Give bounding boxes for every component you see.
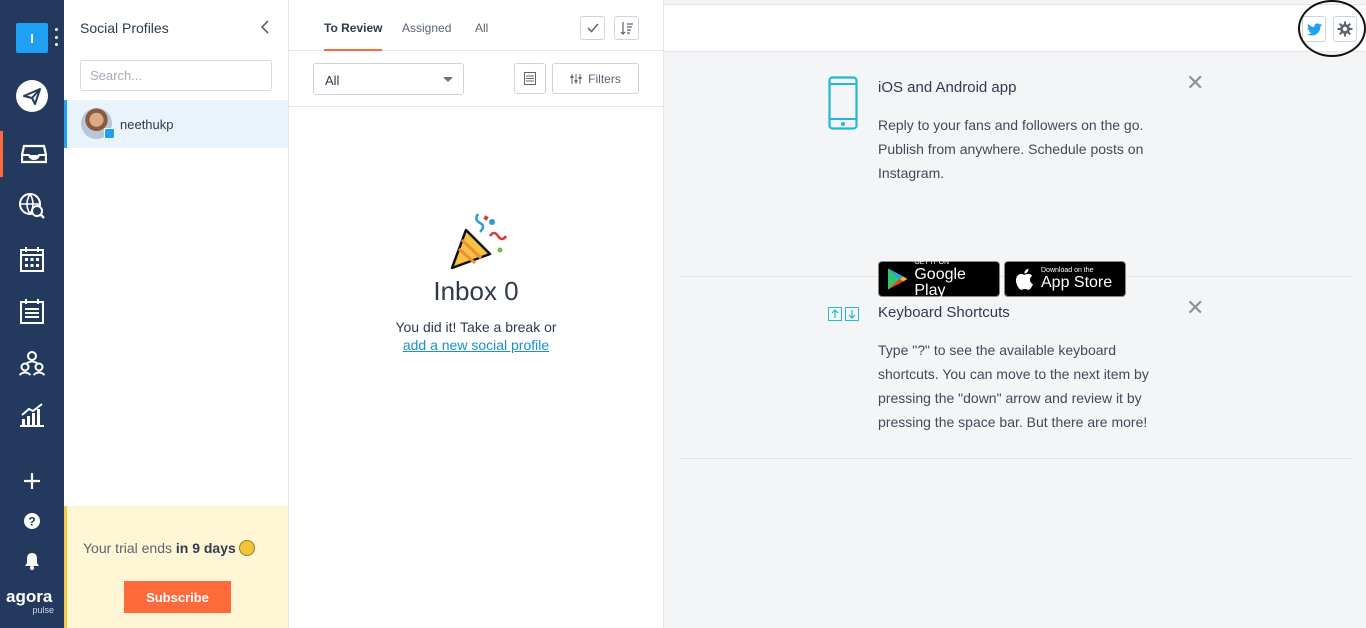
arrow-keys-icon [828,307,859,321]
right-panel: iOS and Android app ✕ Reply to your fans… [664,0,1366,628]
profile-search-input[interactable] [80,60,272,91]
trial-banner: Your trial ends in 9 days Subscribe [64,506,288,628]
workspace-switcher[interactable]: I [16,23,48,53]
empty-inbox-state: Inbox 0 You did it! Take a break or add … [289,210,663,355]
publish-plane-icon[interactable] [0,73,64,119]
sliders-icon [570,73,582,84]
calendar-icon[interactable] [0,236,64,282]
agorapulse-logo: agora pulse [6,588,58,615]
select-value: All [325,73,340,88]
logo-line-1: agora [6,587,53,606]
close-icon[interactable]: ✕ [1186,72,1204,94]
panel-title: Social Profiles [80,20,169,36]
card-body: Type "?" to see the available keyboard s… [878,342,1149,430]
party-popper-icon [450,213,508,270]
subscribe-button[interactable]: Subscribe [124,581,231,613]
right-toolbar [664,4,1366,52]
profile-name: neethukp [120,117,174,132]
team-icon[interactable] [0,340,64,386]
inbox-column: To Review Assigned All All Filters Inbox… [289,0,664,628]
sad-face-icon [238,540,255,556]
tab-to-review[interactable]: To Review [324,21,383,51]
smartphone-icon [828,76,858,130]
close-icon[interactable]: ✕ [1186,297,1204,319]
card-body: Reply to your fans and followers on the … [878,117,1144,181]
reports-icon[interactable] [0,392,64,438]
inbox-filter-select[interactable]: All [313,63,464,95]
social-profiles-panel: Social Profiles neethukp Your trial ends… [64,0,289,628]
twitter-badge-icon [104,128,115,139]
inbox-toolbar: All Filters [289,51,663,107]
bell-icon[interactable] [0,538,64,584]
sort-button[interactable] [614,16,639,40]
filters-button[interactable]: Filters [552,63,639,94]
collapse-panel-icon[interactable] [258,19,272,35]
tab-all[interactable]: All [475,21,488,51]
trial-prefix: Your trial ends [83,540,176,556]
chevron-down-icon [443,77,453,82]
empty-text: You did it! Take a break or [395,319,557,335]
trial-text: Your trial ends in 9 days [83,540,255,556]
trial-days: in 9 days [175,540,236,556]
card-title: Keyboard Shortcuts [878,304,1010,321]
checkmark-icon [586,23,599,33]
content-list-icon[interactable] [0,288,64,334]
filters-label: Filters [588,71,621,86]
listening-globe-icon[interactable] [0,183,64,229]
empty-title: Inbox 0 [433,276,519,306]
inbox-tabs: To Review Assigned All [289,0,663,51]
sort-icon [620,22,633,35]
logo-line-2: pulse [32,605,54,615]
svg-text:?: ? [28,515,35,529]
app-window: I ? agora pulse Social Profiles Search..… [0,0,1366,628]
list-view-icon [524,72,536,85]
mobile-app-card: iOS and Android app ✕ Reply to your fans… [680,52,1352,299]
tab-assigned[interactable]: Assigned [402,21,451,51]
card-title: iOS and Android app [878,79,1017,96]
main-nav-rail: I ? agora pulse [0,0,64,628]
profile-item[interactable]: neethukp [64,100,288,148]
mark-all-reviewed-button[interactable] [580,16,605,40]
highlight-circle [1298,0,1366,57]
inbox-icon[interactable] [0,131,64,177]
view-mode-button[interactable] [514,63,546,94]
add-social-profile-link[interactable]: add a new social profile [403,337,549,353]
keyboard-shortcuts-card: Keyboard Shortcuts ✕ Type "?" to see the… [680,277,1352,459]
workspace-menu-icon[interactable] [53,28,59,46]
